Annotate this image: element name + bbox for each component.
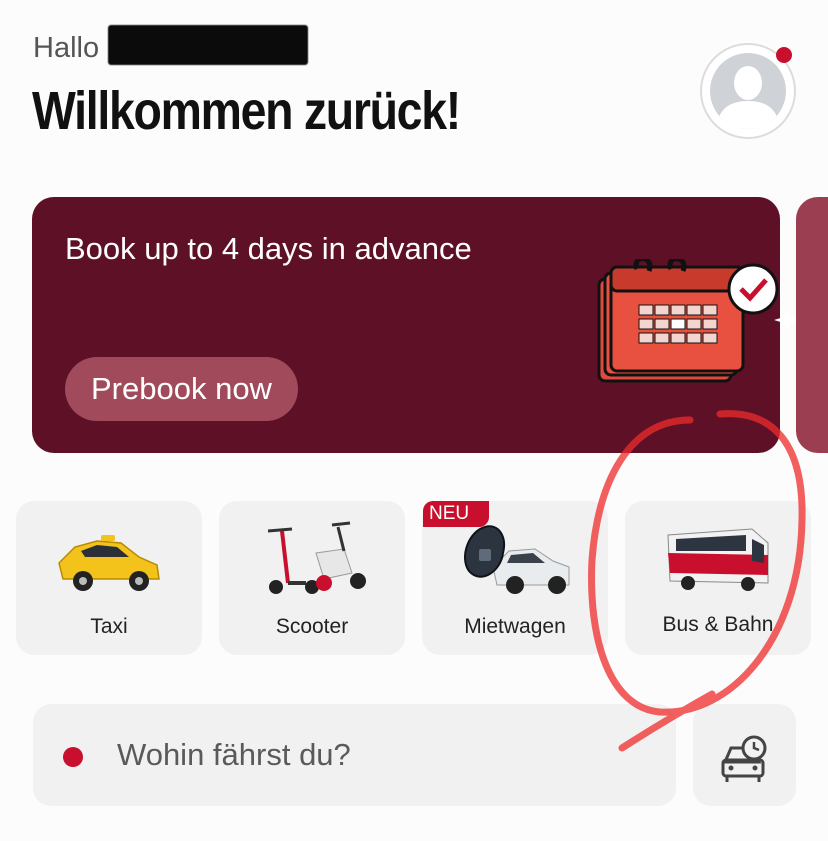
schedule-ride-button[interactable] [693, 704, 796, 806]
prebook-button[interactable]: Prebook now [65, 357, 298, 421]
scooter-icon [267, 521, 366, 594]
service-label-mietwagen: Mietwagen [464, 615, 566, 638]
search-placeholder: Wohin fährst du? [117, 737, 351, 772]
service-scooter[interactable]: Scooter [219, 501, 405, 655]
new-badge: NEU [423, 501, 489, 527]
service-bus-bahn[interactable]: Bus & Bahn [625, 501, 811, 655]
service-label-bus-bahn: Bus & Bahn [662, 613, 774, 636]
redacted-user-name [108, 25, 308, 65]
location-dot-icon [63, 747, 83, 767]
destination-search-input[interactable]: Wohin fährst du? [33, 704, 676, 806]
page-title: Willkommen zurück! [32, 81, 461, 141]
notification-dot [776, 47, 792, 63]
prebook-banner[interactable]: Book up to 4 days in advance Prebook now [32, 197, 800, 453]
calendar-icon [597, 259, 800, 383]
service-taxi[interactable]: Taxi [16, 501, 202, 655]
taxi-icon [58, 535, 160, 591]
greeting-text: Hallo [33, 32, 100, 64]
service-label-scooter: Scooter [275, 615, 349, 638]
user-silhouette-icon [710, 53, 786, 129]
service-label-taxi: Taxi [90, 615, 128, 638]
next-banner-peek[interactable] [796, 197, 828, 453]
bus-icon [667, 528, 769, 591]
car-clock-icon [721, 735, 767, 782]
banner-title: Book up to 4 days in advance [65, 231, 472, 266]
